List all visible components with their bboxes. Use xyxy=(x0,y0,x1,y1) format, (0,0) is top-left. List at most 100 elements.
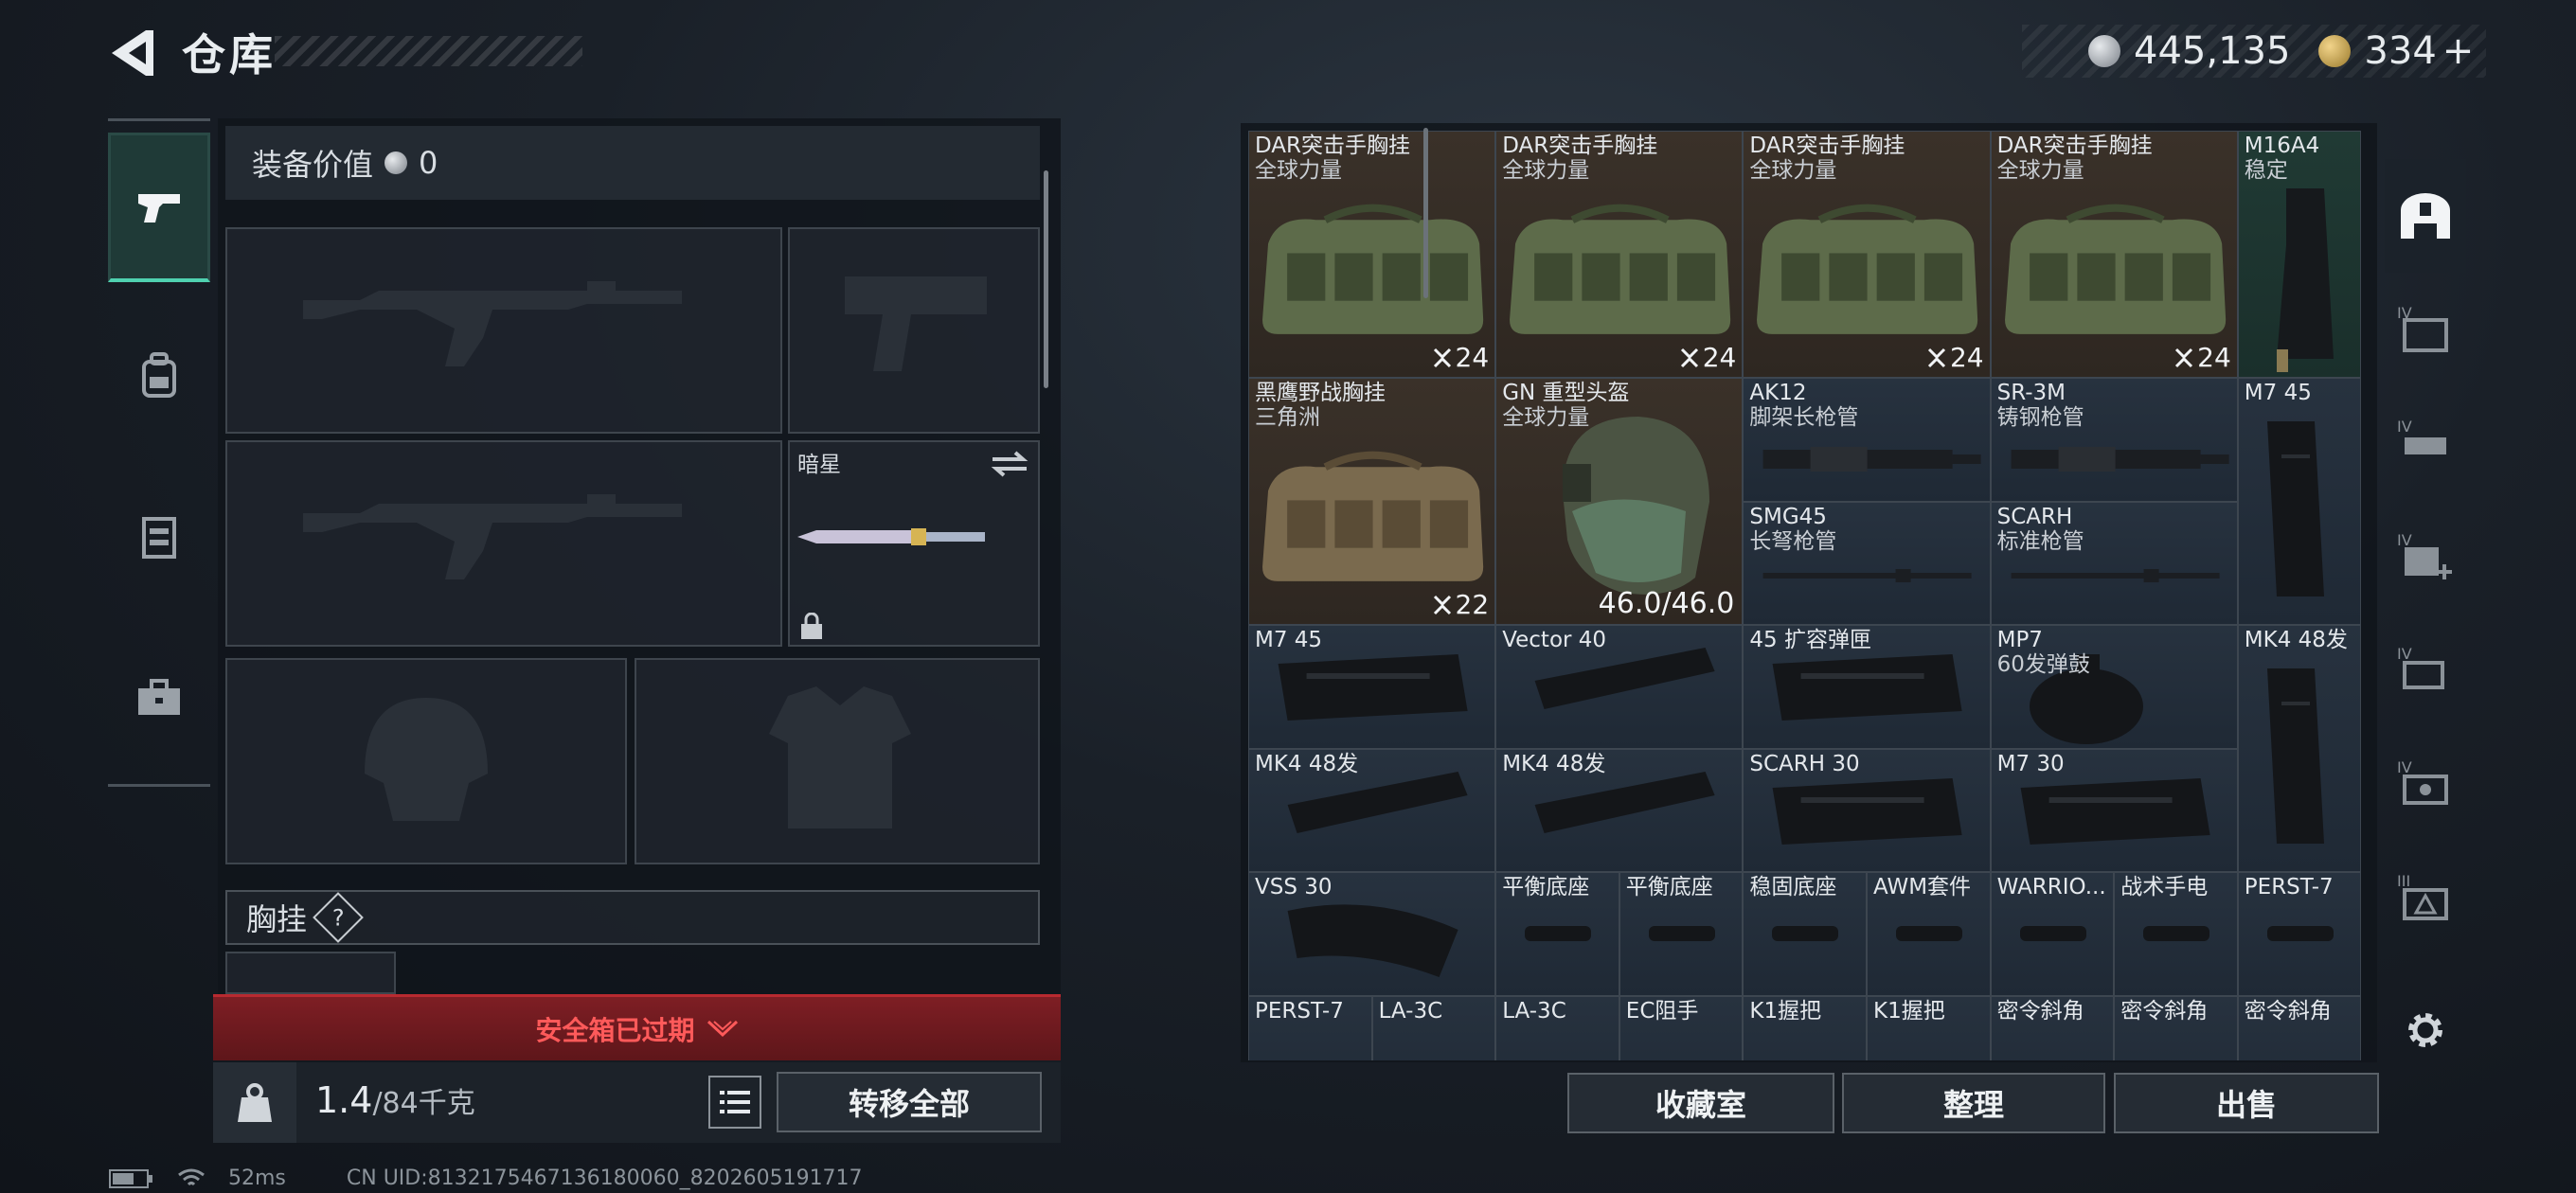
tab-storage-medical[interactable]: IV xyxy=(2385,500,2466,614)
help-icon[interactable]: ? xyxy=(313,892,364,943)
secondary-weapon-slot[interactable] xyxy=(225,440,782,647)
storage-item[interactable]: SCARH 标准枪管 xyxy=(1990,501,2238,625)
item-name: M7 45 xyxy=(1255,628,1323,652)
tab-storage-4a[interactable]: IV xyxy=(2385,273,2466,386)
storage-item[interactable]: 黑鹰野战胸挂 三角洲 22 xyxy=(1248,378,1496,625)
pistol-slot[interactable] xyxy=(788,227,1040,434)
organize-button[interactable]: 整理 xyxy=(1842,1073,2105,1133)
storage-item[interactable]: 密令斜角 xyxy=(1990,995,2115,1060)
carry-weight: 1.4/84千克 xyxy=(315,1079,475,1121)
storage-item[interactable]: M7 45 xyxy=(2237,378,2362,625)
helmet-slot[interactable] xyxy=(225,658,627,864)
loadout-scrollbar[interactable] xyxy=(1044,170,1048,388)
storage-item[interactable]: PERST-7 xyxy=(2237,872,2362,996)
storage-item[interactable]: EC阻手 xyxy=(1619,995,1744,1060)
storage-item[interactable]: M7 30 xyxy=(1990,748,2238,872)
item-name: DAR突击手胸挂 xyxy=(1502,134,1658,158)
triangle-storage-icon: III xyxy=(2397,872,2448,920)
weight-value: 1.4 xyxy=(315,1079,373,1121)
storage-item[interactable]: LA-3C xyxy=(1371,995,1496,1060)
category-vest[interactable] xyxy=(108,462,210,612)
storage-item[interactable]: MK4 48发 xyxy=(1495,748,1744,872)
barrel-icon xyxy=(2011,447,2229,472)
storage-item[interactable]: MK4 48发 xyxy=(2237,625,2362,872)
category-case[interactable] xyxy=(108,623,210,773)
storage-item[interactable]: 平衡底座 xyxy=(1495,872,1619,996)
storage-item[interactable]: PERST-7 xyxy=(1248,995,1372,1060)
storage-item[interactable]: WARRIO... xyxy=(1990,872,2115,996)
storage-item[interactable]: K1握把 xyxy=(1743,995,1867,1060)
sell-button[interactable]: 出售 xyxy=(2114,1073,2379,1133)
transfer-all-button[interactable]: 转移全部 xyxy=(777,1072,1042,1132)
storage-item[interactable]: M16A4 稳定 xyxy=(2237,131,2362,378)
category-weapons[interactable] xyxy=(108,133,210,282)
armor-slot[interactable] xyxy=(635,658,1040,864)
storage-item[interactable]: 平衡底座 xyxy=(1619,872,1744,996)
collection-room-button[interactable]: 收藏室 xyxy=(1567,1073,1834,1133)
storage-item[interactable]: 45 扩容弹匣 xyxy=(1743,625,1991,749)
item-name: M7 30 xyxy=(1996,751,2065,776)
storage-item[interactable]: DAR突击手胸挂 全球力量 24 xyxy=(1495,131,1744,378)
storage-item[interactable]: GN 重型头盔 全球力量 46.0/46.0 xyxy=(1495,378,1744,625)
back-button[interactable] xyxy=(104,25,161,81)
wifi-icon xyxy=(178,1168,205,1185)
storage-item[interactable]: AK12 脚架长枪管 xyxy=(1743,378,1991,502)
tab-storage-gear[interactable]: IV xyxy=(2385,727,2466,841)
stock-icon xyxy=(2276,188,2334,372)
item-name: EC阻手 xyxy=(1625,998,1699,1024)
storage-item[interactable]: LA-3C xyxy=(1495,995,1619,1060)
storage-item[interactable]: DAR突击手胸挂 全球力量 24 xyxy=(1248,131,1496,378)
safe-box-expired-text: 安全箱已过期 xyxy=(535,1014,695,1046)
storage-item[interactable]: AWM套件 xyxy=(1867,872,1991,996)
capacity-icon xyxy=(1927,347,1945,367)
chest-rig-slot[interactable] xyxy=(225,952,396,994)
item-name: 黑鹰野战胸挂 xyxy=(1255,381,1386,405)
item-name: 稳固底座 xyxy=(1749,875,1837,899)
tab-storage-tools[interactable]: IV xyxy=(2385,614,2466,727)
weight-lock-button[interactable] xyxy=(213,1062,296,1143)
attachment-icon xyxy=(1772,926,1839,941)
safe-box-expired-banner[interactable]: 安全箱已过期 xyxy=(213,994,1061,1060)
list-view-button[interactable] xyxy=(708,1076,761,1129)
storage-item[interactable]: VSS 30 xyxy=(1248,872,1496,996)
storage-item[interactable]: MP7 60发弹鼓 xyxy=(1990,625,2238,749)
melee-slot[interactable]: 暗星 xyxy=(788,440,1040,647)
swap-icon[interactable] xyxy=(991,450,1029,478)
storage-item[interactable]: SR-3M 铸钢枪管 xyxy=(1990,378,2238,502)
tab-storage-4b[interactable]: IV xyxy=(2385,386,2466,500)
svg-text:IV: IV xyxy=(2397,645,2412,663)
add-currency-button[interactable]: + xyxy=(2442,29,2475,73)
storage-scrollbar[interactable] xyxy=(1423,128,1428,298)
category-backpack[interactable] xyxy=(108,301,210,451)
storage-item[interactable]: Vector 40 xyxy=(1495,625,1744,749)
storage-item[interactable]: SMG45 长弩枪管 xyxy=(1743,501,1991,625)
storage-grid: DAR突击手胸挂 全球力量 24 DAR突击手胸挂 全球力量 24 DAR突击手胸挂 全球… xyxy=(1248,131,2371,1060)
item-name: LA-3C xyxy=(1378,998,1443,1024)
storage-item[interactable]: 战术手电 xyxy=(2114,872,2238,996)
chest-rig-header: 胸挂 ? xyxy=(225,890,1040,945)
capacity-icon xyxy=(1433,347,1451,367)
item-name: AK12 xyxy=(1749,381,1807,405)
settings-button[interactable] xyxy=(2385,973,2466,1087)
storage-item[interactable]: 密令斜角 xyxy=(2114,995,2238,1060)
status-bar: 52ms CN UID:8132175467136180060_82026051… xyxy=(109,1166,863,1190)
item-name: M16A4 xyxy=(2244,134,2320,158)
tab-storage-main[interactable] xyxy=(2385,159,2466,273)
storage-item[interactable]: DAR突击手胸挂 全球力量 24 xyxy=(1990,131,2238,378)
item-count: 24 xyxy=(1433,342,1489,373)
storage-item[interactable]: 稳固底座 xyxy=(1743,872,1867,996)
item-name: 密令斜角 xyxy=(2120,998,2209,1024)
storage-item[interactable]: DAR突击手胸挂 全球力量 24 xyxy=(1743,131,1991,378)
svg-text:IV: IV xyxy=(2397,758,2412,776)
storage-item[interactable]: M7 45 xyxy=(1248,625,1496,749)
tab-storage-3[interactable]: III xyxy=(2385,841,2466,954)
storage-item[interactable]: MK4 48发 xyxy=(1248,748,1496,872)
storage-item[interactable]: SCARH 30 xyxy=(1743,748,1991,872)
storage-item[interactable]: 密令斜角 xyxy=(2237,995,2362,1060)
primary-weapon-slot[interactable] xyxy=(225,227,782,434)
storage-item[interactable]: K1握把 xyxy=(1867,995,1991,1060)
armor-silhouette-icon xyxy=(769,686,911,828)
item-name: MP7 xyxy=(1996,628,2043,652)
item-name: 密令斜角 xyxy=(2244,998,2332,1024)
helmet-silhouette-icon xyxy=(365,698,488,821)
